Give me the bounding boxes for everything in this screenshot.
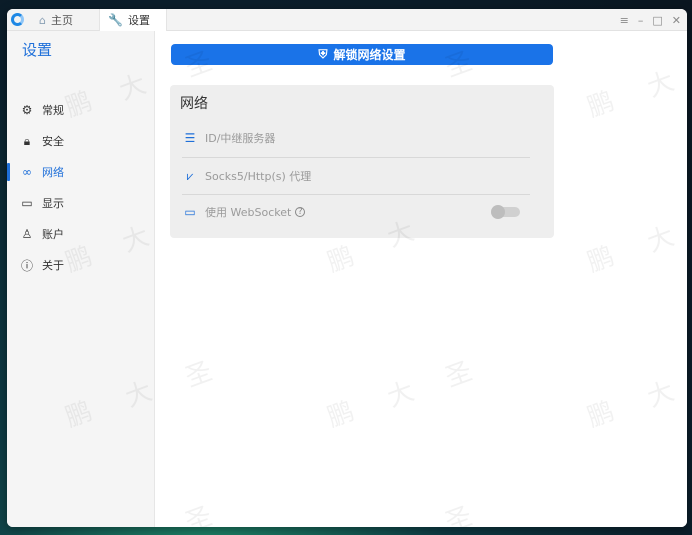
sidebar-item-label: 网络	[42, 166, 64, 179]
network-card-title: 网络	[180, 96, 208, 112]
shield-icon: ⛨	[318, 47, 328, 61]
maximize-icon[interactable]: □	[652, 14, 662, 27]
close-icon[interactable]: ✕	[672, 14, 681, 27]
menu-icon[interactable]: ≡	[620, 14, 629, 27]
tab-home[interactable]: ⌂ 主页	[31, 9, 95, 31]
sidebar-item-label: 账户	[42, 228, 64, 241]
link-icon: ∞	[22, 165, 32, 179]
websocket-toggle[interactable]	[491, 205, 520, 219]
sidebar-item-label: 常规	[42, 104, 64, 117]
unlock-button-label: 解锁网络设置	[333, 48, 406, 62]
sidebar-item-label: 显示	[42, 197, 64, 210]
server-icon: ☰	[184, 131, 196, 145]
user-icon: ♙	[21, 227, 33, 241]
network-card: 网络 ☰ ID/中继服务器 ⩗ Socks5/Http(s) 代理 ▭ 使用 W…	[170, 85, 554, 238]
sidebar-item-network[interactable]: ∞ 网络	[7, 160, 155, 184]
sidebar-item-label: 安全	[42, 135, 64, 148]
wrench-icon: 🔧	[108, 13, 123, 27]
title-bar: ⌂ 主页 🔧 设置 ≡ – □ ✕	[7, 9, 687, 31]
main-panel: ⛨ 解锁网络设置 网络 ☰ ID/中继服务器 ⩗ Socks5/Http(s) …	[156, 31, 687, 527]
sidebar-item-account[interactable]: ♙ 账户	[7, 222, 155, 246]
home-icon: ⌂	[39, 13, 46, 27]
relay-server-label: ID/中继服务器	[205, 132, 276, 145]
websocket-row: ▭ 使用 WebSocket ?	[182, 194, 530, 230]
info-icon: ⓘ	[20, 258, 33, 273]
app-window: ⌂ 主页 🔧 设置 ≡ – □ ✕ 设置 ⚙ 常规 🔒︎ 安全 ∞ 网络 ▭ 显…	[7, 9, 687, 527]
monitor-icon: ▭	[21, 196, 33, 210]
proxy-icon: ⩗	[186, 168, 194, 183]
sidebar-item-security[interactable]: 🔒︎ 安全	[7, 129, 155, 153]
sidebar: 设置 ⚙ 常规 🔒︎ 安全 ∞ 网络 ▭ 显示 ♙ 账户 ⓘ 关于	[7, 31, 155, 527]
app-logo-icon	[11, 13, 24, 26]
sidebar-item-label: 关于	[42, 259, 64, 272]
minimize-icon[interactable]: –	[638, 14, 644, 27]
gear-icon: ⚙	[21, 103, 33, 117]
proxy-row[interactable]: ⩗ Socks5/Http(s) 代理	[182, 158, 530, 194]
websocket-label: 使用 WebSocket	[205, 206, 292, 219]
relay-server-row[interactable]: ☰ ID/中继服务器	[182, 120, 530, 156]
tab-settings-label: 设置	[127, 14, 150, 27]
help-icon[interactable]: ?	[295, 207, 306, 217]
tab-settings[interactable]: 🔧 设置	[99, 9, 167, 31]
sidebar-title: 设置	[22, 41, 53, 59]
unlock-network-settings-button[interactable]: ⛨ 解锁网络设置	[171, 44, 553, 65]
window-controls: ≡ – □ ✕	[620, 9, 681, 31]
sidebar-item-display[interactable]: ▭ 显示	[7, 191, 155, 215]
sidebar-item-about[interactable]: ⓘ 关于	[7, 253, 155, 277]
proxy-label: Socks5/Http(s) 代理	[205, 170, 312, 183]
websocket-icon: ▭	[184, 205, 196, 219]
sidebar-item-general[interactable]: ⚙ 常规	[7, 98, 155, 122]
toggle-knob	[491, 205, 505, 219]
tab-home-label: 主页	[50, 14, 73, 27]
lock-icon: 🔒︎	[23, 133, 31, 148]
